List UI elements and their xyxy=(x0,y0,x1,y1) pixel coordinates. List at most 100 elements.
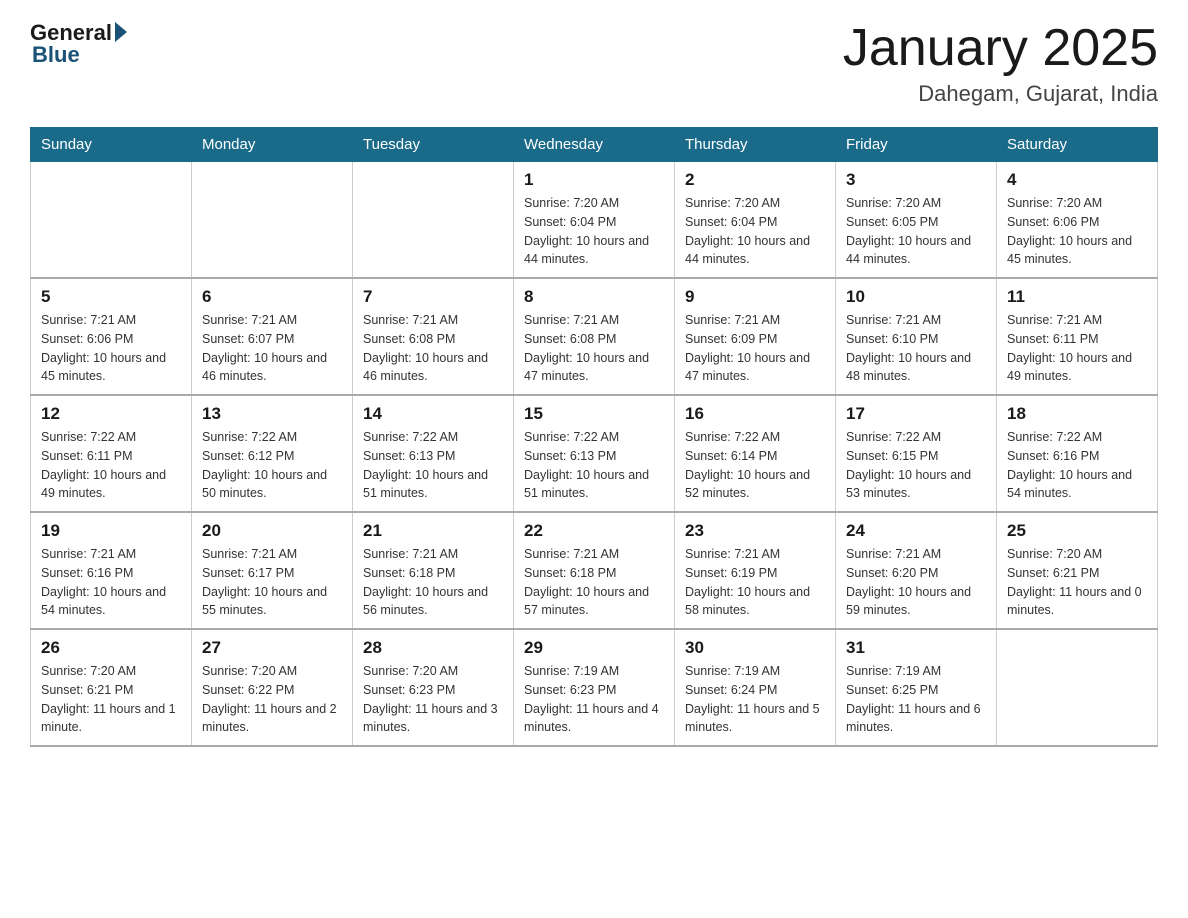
calendar-cell: 4Sunrise: 7:20 AM Sunset: 6:06 PM Daylig… xyxy=(997,162,1158,279)
day-info: Sunrise: 7:22 AM Sunset: 6:16 PM Dayligh… xyxy=(1007,428,1147,503)
day-number: 15 xyxy=(524,404,664,424)
day-info: Sunrise: 7:22 AM Sunset: 6:14 PM Dayligh… xyxy=(685,428,825,503)
day-of-week-header: Monday xyxy=(192,128,353,162)
calendar-cell: 16 Sunrise: 7:22 AM Sunset: 6:14 PM Dayli… xyxy=(675,395,836,512)
day-number: 13 xyxy=(202,404,342,424)
day-of-week-header: Sunday xyxy=(31,128,192,162)
calendar-week-row: 19 Sunrise: 7:21 AM Sunset: 6:16 PM Dayli… xyxy=(31,512,1158,629)
day-number: 23 xyxy=(685,521,825,541)
day-number: 21 xyxy=(363,521,503,541)
logo: General Blue xyxy=(30,20,127,68)
calendar-cell: 21 Sunrise: 7:21 AM Sunset: 6:18 PM Dayli… xyxy=(353,512,514,629)
calendar-title: January 2025 xyxy=(843,20,1158,77)
day-number: 9 xyxy=(685,287,825,307)
calendar-cell: 27 Sunrise: 7:20 AM Sunset: 6:22 PM Dayli… xyxy=(192,629,353,746)
day-number: 25 xyxy=(1007,521,1147,541)
calendar-cell: 25Sunrise: 7:20 AM Sunset: 6:21 PM Dayli… xyxy=(997,512,1158,629)
day-number: 5 xyxy=(41,287,181,307)
day-info: Sunrise: 7:20 AM Sunset: 6:22 PM Dayligh… xyxy=(202,662,342,737)
day-number: 3 xyxy=(846,170,986,190)
logo-blue-text: Blue xyxy=(32,42,80,68)
day-info: Sunrise: 7:21 AM Sunset: 6:18 PM Dayligh… xyxy=(524,545,664,620)
calendar-cell: 10Sunrise: 7:21 AM Sunset: 6:10 PM Dayli… xyxy=(836,278,997,395)
calendar-subtitle: Dahegam, Gujarat, India xyxy=(843,81,1158,107)
calendar-cell: 22 Sunrise: 7:21 AM Sunset: 6:18 PM Dayli… xyxy=(514,512,675,629)
calendar-cell xyxy=(353,162,514,279)
calendar-cell: 24Sunrise: 7:21 AM Sunset: 6:20 PM Dayli… xyxy=(836,512,997,629)
calendar-cell: 19 Sunrise: 7:21 AM Sunset: 6:16 PM Dayli… xyxy=(31,512,192,629)
day-info: Sunrise: 7:21 AM Sunset: 6:16 PM Dayligh… xyxy=(41,545,181,620)
day-info: Sunrise: 7:19 AM Sunset: 6:24 PM Dayligh… xyxy=(685,662,825,737)
day-info: Sunrise: 7:21 AM Sunset: 6:10 PM Dayligh… xyxy=(846,311,986,386)
day-number: 6 xyxy=(202,287,342,307)
day-info: Sunrise: 7:21 AM Sunset: 6:18 PM Dayligh… xyxy=(363,545,503,620)
day-info: Sunrise: 7:22 AM Sunset: 6:13 PM Dayligh… xyxy=(363,428,503,503)
day-number: 8 xyxy=(524,287,664,307)
title-section: January 2025 Dahegam, Gujarat, India xyxy=(843,20,1158,107)
day-number: 19 xyxy=(41,521,181,541)
calendar-week-row: 5Sunrise: 7:21 AM Sunset: 6:06 PM Daylig… xyxy=(31,278,1158,395)
calendar-cell: 30 Sunrise: 7:19 AM Sunset: 6:24 PM Dayli… xyxy=(675,629,836,746)
day-info: Sunrise: 7:22 AM Sunset: 6:12 PM Dayligh… xyxy=(202,428,342,503)
day-number: 7 xyxy=(363,287,503,307)
day-number: 14 xyxy=(363,404,503,424)
day-info: Sunrise: 7:21 AM Sunset: 6:11 PM Dayligh… xyxy=(1007,311,1147,386)
day-number: 22 xyxy=(524,521,664,541)
calendar-cell: 12Sunrise: 7:22 AM Sunset: 6:11 PM Dayli… xyxy=(31,395,192,512)
calendar-cell: 8 Sunrise: 7:21 AM Sunset: 6:08 PM Daylig… xyxy=(514,278,675,395)
day-number: 2 xyxy=(685,170,825,190)
calendar-table: SundayMondayTuesdayWednesdayThursdayFrid… xyxy=(30,127,1158,747)
calendar-cell: 9 Sunrise: 7:21 AM Sunset: 6:09 PM Daylig… xyxy=(675,278,836,395)
day-info: Sunrise: 7:20 AM Sunset: 6:04 PM Dayligh… xyxy=(685,194,825,269)
calendar-cell: 18 Sunrise: 7:22 AM Sunset: 6:16 PM Dayli… xyxy=(997,395,1158,512)
calendar-cell: 14 Sunrise: 7:22 AM Sunset: 6:13 PM Dayli… xyxy=(353,395,514,512)
day-info: Sunrise: 7:19 AM Sunset: 6:25 PM Dayligh… xyxy=(846,662,986,737)
day-number: 26 xyxy=(41,638,181,658)
day-number: 1 xyxy=(524,170,664,190)
day-info: Sunrise: 7:22 AM Sunset: 6:11 PM Dayligh… xyxy=(41,428,181,503)
day-info: Sunrise: 7:20 AM Sunset: 6:06 PM Dayligh… xyxy=(1007,194,1147,269)
calendar-cell xyxy=(31,162,192,279)
calendar-cell: 7 Sunrise: 7:21 AM Sunset: 6:08 PM Daylig… xyxy=(353,278,514,395)
calendar-cell: 13 Sunrise: 7:22 AM Sunset: 6:12 PM Dayli… xyxy=(192,395,353,512)
day-info: Sunrise: 7:20 AM Sunset: 6:04 PM Dayligh… xyxy=(524,194,664,269)
day-of-week-header: Friday xyxy=(836,128,997,162)
day-info: Sunrise: 7:21 AM Sunset: 6:20 PM Dayligh… xyxy=(846,545,986,620)
calendar-cell: 1 Sunrise: 7:20 AM Sunset: 6:04 PM Daylig… xyxy=(514,162,675,279)
day-number: 16 xyxy=(685,404,825,424)
day-info: Sunrise: 7:21 AM Sunset: 6:19 PM Dayligh… xyxy=(685,545,825,620)
calendar-cell xyxy=(997,629,1158,746)
logo-arrow-icon xyxy=(115,22,127,42)
day-info: Sunrise: 7:21 AM Sunset: 6:09 PM Dayligh… xyxy=(685,311,825,386)
day-of-week-header: Saturday xyxy=(997,128,1158,162)
day-info: Sunrise: 7:20 AM Sunset: 6:21 PM Dayligh… xyxy=(41,662,181,737)
day-info: Sunrise: 7:21 AM Sunset: 6:08 PM Dayligh… xyxy=(363,311,503,386)
day-number: 30 xyxy=(685,638,825,658)
day-number: 17 xyxy=(846,404,986,424)
day-of-week-header: Thursday xyxy=(675,128,836,162)
calendar-cell: 3 Sunrise: 7:20 AM Sunset: 6:05 PM Daylig… xyxy=(836,162,997,279)
day-info: Sunrise: 7:20 AM Sunset: 6:23 PM Dayligh… xyxy=(363,662,503,737)
day-number: 28 xyxy=(363,638,503,658)
calendar-week-row: 12Sunrise: 7:22 AM Sunset: 6:11 PM Dayli… xyxy=(31,395,1158,512)
day-info: Sunrise: 7:19 AM Sunset: 6:23 PM Dayligh… xyxy=(524,662,664,737)
day-number: 31 xyxy=(846,638,986,658)
day-number: 18 xyxy=(1007,404,1147,424)
day-number: 27 xyxy=(202,638,342,658)
calendar-cell: 6 Sunrise: 7:21 AM Sunset: 6:07 PM Daylig… xyxy=(192,278,353,395)
day-info: Sunrise: 7:20 AM Sunset: 6:05 PM Dayligh… xyxy=(846,194,986,269)
calendar-cell: 26 Sunrise: 7:20 AM Sunset: 6:21 PM Dayli… xyxy=(31,629,192,746)
calendar-week-row: 26 Sunrise: 7:20 AM Sunset: 6:21 PM Dayli… xyxy=(31,629,1158,746)
calendar-cell: 28 Sunrise: 7:20 AM Sunset: 6:23 PM Dayli… xyxy=(353,629,514,746)
day-number: 20 xyxy=(202,521,342,541)
day-info: Sunrise: 7:21 AM Sunset: 6:17 PM Dayligh… xyxy=(202,545,342,620)
day-info: Sunrise: 7:21 AM Sunset: 6:07 PM Dayligh… xyxy=(202,311,342,386)
day-of-week-header: Tuesday xyxy=(353,128,514,162)
day-info: Sunrise: 7:21 AM Sunset: 6:08 PM Dayligh… xyxy=(524,311,664,386)
day-number: 11 xyxy=(1007,287,1147,307)
day-info: Sunrise: 7:22 AM Sunset: 6:13 PM Dayligh… xyxy=(524,428,664,503)
calendar-cell: 11 Sunrise: 7:21 AM Sunset: 6:11 PM Dayli… xyxy=(997,278,1158,395)
day-info: Sunrise: 7:22 AM Sunset: 6:15 PM Dayligh… xyxy=(846,428,986,503)
calendar-cell: 23 Sunrise: 7:21 AM Sunset: 6:19 PM Dayli… xyxy=(675,512,836,629)
calendar-cell: 20 Sunrise: 7:21 AM Sunset: 6:17 PM Dayli… xyxy=(192,512,353,629)
